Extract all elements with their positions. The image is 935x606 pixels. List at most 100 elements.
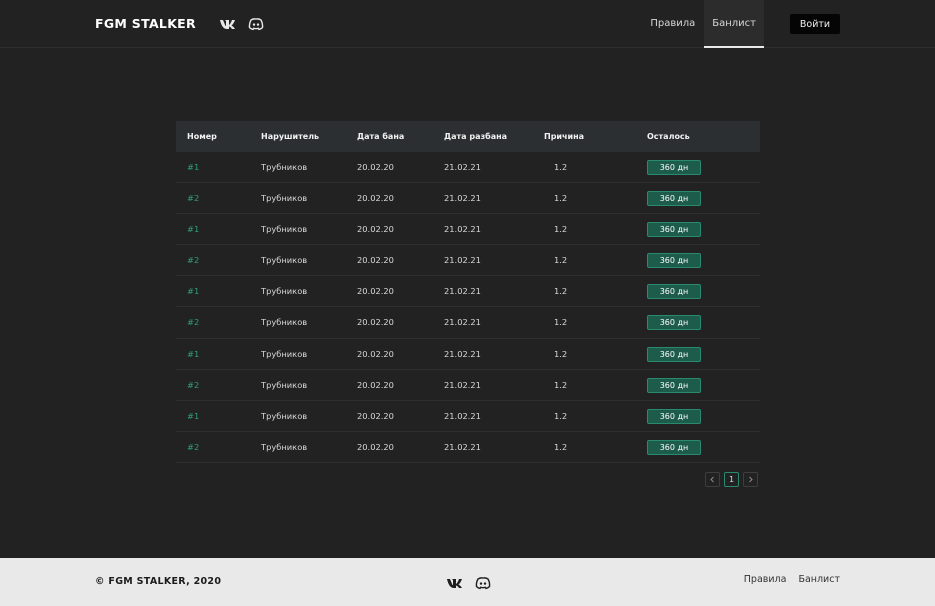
remaining-badge: 360 дн — [647, 377, 701, 393]
row-reason: 1.2 — [554, 255, 568, 266]
remaining-badge: 360 дн — [647, 160, 701, 175]
row-number[interactable]: #1 — [187, 214, 199, 245]
row-unban-date: 21.02.21 — [444, 162, 481, 172]
row-ban-date: 20.02.20 — [357, 317, 394, 328]
row-number[interactable]: #2 — [187, 307, 199, 338]
row-unban-date: 21.02.21 — [444, 441, 481, 452]
row-violator: Трубников — [261, 193, 308, 204]
page-number-button[interactable]: 1 — [724, 472, 739, 487]
column-header-number: Номер — [187, 132, 217, 141]
row-reason: 1.2 — [554, 410, 568, 421]
prev-page-button[interactable] — [705, 472, 720, 487]
header: FGM STALKER Правила Банлист Войти — [0, 0, 935, 48]
column-header-violator: Нарушитель — [261, 132, 320, 141]
column-header-ban-date: Дата бана — [357, 132, 405, 141]
row-violator: Трубников — [261, 441, 308, 452]
table-row: #1 Трубников 20.02.20 21.02.21 1.2 360 дн — [176, 152, 760, 184]
footer-link-rules[interactable]: Правила — [744, 574, 787, 585]
remaining-badge: 360 дн — [647, 346, 701, 362]
table-row: #1 Трубников 20.02.20 21.02.21 1.2 360 дн — [176, 214, 760, 246]
header-social-links — [219, 16, 264, 32]
row-reason: 1.2 — [554, 224, 568, 235]
row-unban-date: 21.02.21 — [444, 193, 481, 204]
row-reason: 1.2 — [554, 193, 568, 204]
table-row: #2 Трубников 20.02.20 21.02.21 1.2 360 дн — [176, 307, 760, 339]
remaining-badge: 360 дн — [647, 439, 701, 455]
discord-icon[interactable] — [248, 16, 264, 32]
row-reason: 1.2 — [554, 348, 568, 359]
row-violator: Трубников — [261, 255, 308, 266]
row-unban-date: 21.02.21 — [444, 224, 481, 235]
table-row: #1 Трубников 20.02.20 21.02.21 1.2 360 дн — [176, 339, 760, 370]
chevron-left-icon — [710, 476, 714, 483]
table-row: #1 Трубников 20.02.20 21.02.21 1.2 360 дн — [176, 276, 760, 308]
column-header-reason: Причина — [544, 132, 585, 141]
row-number[interactable]: #2 — [187, 370, 199, 401]
table-row: #2 Трубников 20.02.20 21.02.21 1.2 360 дн — [176, 183, 760, 215]
remaining-badge: 360 дн — [647, 191, 701, 207]
remaining-badge: 360 дн — [647, 408, 701, 424]
discord-icon[interactable] — [475, 575, 491, 591]
row-number[interactable]: #1 — [187, 401, 199, 432]
logo[interactable]: FGM STALKER — [95, 16, 196, 31]
row-violator: Трубников — [261, 348, 308, 359]
footer-link-banlist[interactable]: Банлист — [798, 574, 840, 585]
row-reason: 1.2 — [554, 162, 568, 172]
row-number[interactable]: #2 — [187, 183, 199, 214]
column-header-remaining: Осталось — [647, 132, 690, 141]
row-ban-date: 20.02.20 — [357, 224, 394, 235]
row-ban-date: 20.02.20 — [357, 255, 394, 266]
table-body: #1 Трубников 20.02.20 21.02.21 1.2 360 дн #2 Тр… — [176, 152, 760, 463]
ban-table: Номер Нарушитель Дата бана Дата разбана … — [176, 121, 760, 463]
vk-icon[interactable] — [219, 16, 236, 32]
pagination: 1 — [705, 472, 758, 487]
footer-social-links — [446, 575, 491, 591]
row-number[interactable]: #2 — [187, 432, 199, 463]
row-number[interactable]: #1 — [187, 339, 199, 370]
remaining-badge: 360 дн — [647, 253, 701, 269]
remaining-badge: 360 дн — [647, 284, 701, 300]
row-unban-date: 21.02.21 — [444, 410, 481, 421]
row-unban-date: 21.02.21 — [444, 317, 481, 328]
row-violator: Трубников — [261, 286, 308, 297]
remaining-badge: 360 дн — [647, 315, 701, 331]
column-header-unban-date: Дата разбана — [444, 132, 508, 141]
row-reason: 1.2 — [554, 317, 568, 328]
row-ban-date: 20.02.20 — [357, 410, 394, 421]
row-unban-date: 21.02.21 — [444, 348, 481, 359]
table-header: Номер Нарушитель Дата бана Дата разбана … — [176, 121, 760, 152]
remaining-badge: 360 дн — [647, 222, 701, 238]
table-row: #2 Трубников 20.02.20 21.02.21 1.2 360 дн — [176, 370, 760, 401]
next-page-button[interactable] — [743, 472, 758, 487]
row-number[interactable]: #1 — [187, 152, 199, 183]
row-ban-date: 20.02.20 — [357, 162, 394, 172]
vk-icon[interactable] — [446, 575, 463, 591]
row-violator: Трубников — [261, 410, 308, 421]
nav-item-rules[interactable]: Правила — [644, 0, 701, 48]
row-ban-date: 20.02.20 — [357, 193, 394, 204]
row-violator: Трубников — [261, 224, 308, 235]
footer: © FGM STALKER, 2020 Правила Банлист — [0, 558, 935, 606]
row-ban-date: 20.02.20 — [357, 348, 394, 359]
row-unban-date: 21.02.21 — [444, 255, 481, 266]
login-button[interactable]: Войти — [790, 14, 840, 34]
row-violator: Трубников — [261, 379, 308, 390]
row-reason: 1.2 — [554, 379, 568, 390]
chevron-right-icon — [749, 476, 753, 483]
row-number[interactable]: #1 — [187, 276, 199, 307]
row-violator: Трубников — [261, 162, 308, 172]
row-reason: 1.2 — [554, 441, 568, 452]
row-ban-date: 20.02.20 — [357, 441, 394, 452]
row-number[interactable]: #2 — [187, 245, 199, 276]
table-row: #2 Трубников 20.02.20 21.02.21 1.2 360 дн — [176, 432, 760, 463]
row-ban-date: 20.02.20 — [357, 379, 394, 390]
header-nav: Правила Банлист — [641, 0, 764, 48]
row-reason: 1.2 — [554, 286, 568, 297]
nav-item-banlist[interactable]: Банлист — [704, 0, 764, 48]
table-row: #1 Трубников 20.02.20 21.02.21 1.2 360 дн — [176, 401, 760, 432]
row-unban-date: 21.02.21 — [444, 379, 481, 390]
row-unban-date: 21.02.21 — [444, 286, 481, 297]
footer-copyright: © FGM STALKER, 2020 — [95, 576, 222, 587]
footer-nav: Правила Банлист — [744, 574, 840, 585]
row-ban-date: 20.02.20 — [357, 286, 394, 297]
